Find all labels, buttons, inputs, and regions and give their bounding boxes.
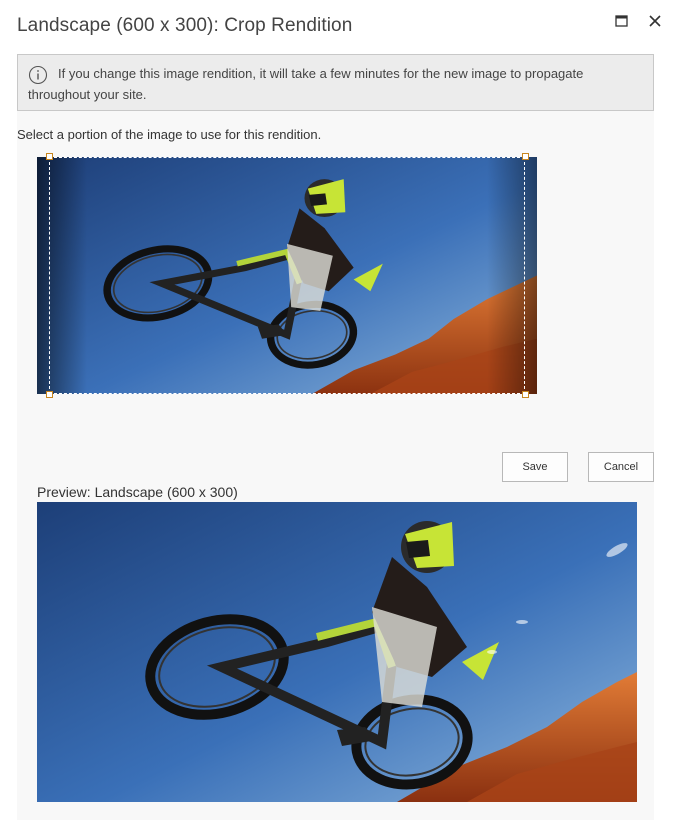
preview-label: Preview: Landscape (600 x 300): [37, 484, 238, 500]
preview-image: [37, 502, 637, 802]
crop-handle-bottom-left[interactable]: [46, 391, 53, 398]
crop-handle-top-left[interactable]: [46, 153, 53, 160]
close-button[interactable]: [644, 10, 666, 32]
dialog-title: Landscape (600 x 300): Crop Rendition: [17, 15, 353, 36]
maximize-button[interactable]: [611, 10, 633, 32]
crop-handle-bottom-right[interactable]: [522, 391, 529, 398]
maximize-icon: [615, 15, 628, 27]
cancel-button[interactable]: Cancel: [588, 452, 654, 482]
crop-handle-top-right[interactable]: [522, 153, 529, 160]
info-bar: If you change this image rendition, it w…: [17, 54, 654, 111]
save-button[interactable]: Save: [502, 452, 568, 482]
crop-instruction: Select a portion of the image to use for…: [17, 127, 322, 142]
crop-selection-rectangle[interactable]: [49, 157, 525, 394]
close-icon: [649, 15, 661, 27]
info-message: If you change this image rendition, it w…: [28, 66, 584, 102]
